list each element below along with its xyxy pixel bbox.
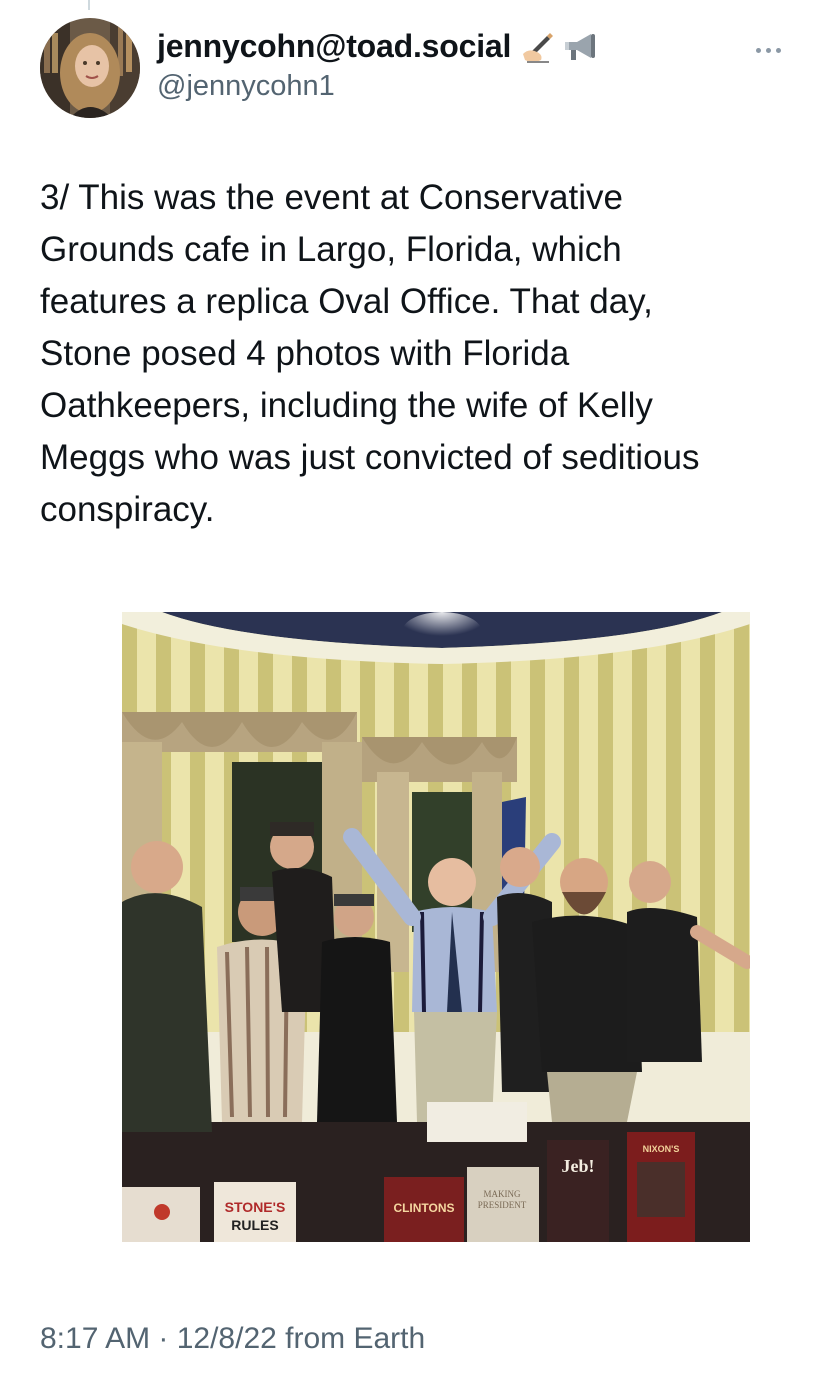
svg-text:NIXON'S: NIXON'S: [643, 1144, 680, 1154]
avatar[interactable]: [40, 18, 140, 118]
svg-text:Jeb!: Jeb!: [562, 1156, 595, 1176]
more-options-button[interactable]: [748, 40, 788, 60]
tweet-header: jennycohn@toad.social @jennycohn1: [40, 18, 788, 118]
more-dot-icon: [755, 47, 761, 53]
svg-text:MAKING: MAKING: [484, 1189, 521, 1199]
svg-text:CLINTONS: CLINTONS: [393, 1201, 454, 1215]
avatar-image: [40, 18, 140, 118]
oval-office-group-photo: STONE'S RULES CLINTONS MAKING PRESIDENT …: [122, 612, 750, 1242]
writing-hand-icon: [519, 28, 555, 64]
tweet-photo[interactable]: STONE'S RULES CLINTONS MAKING PRESIDENT …: [122, 612, 750, 1242]
svg-text:STONE'S: STONE'S: [225, 1199, 286, 1215]
user-handle[interactable]: @jennycohn1: [157, 70, 599, 103]
megaphone-icon: [563, 28, 599, 64]
tweet-text: 3/ This was the event at Conservative Gr…: [40, 178, 700, 529]
svg-text:PRESIDENT: PRESIDENT: [478, 1200, 527, 1210]
display-name[interactable]: jennycohn@toad.social: [157, 28, 511, 65]
tweet-timestamp[interactable]: 8:17 AM · 12/8/22 from Earth: [40, 1322, 425, 1356]
more-dot-icon: [775, 47, 781, 53]
more-dot-icon: [765, 47, 771, 53]
svg-text:RULES: RULES: [231, 1217, 278, 1233]
thread-connector-line: [88, 0, 90, 10]
